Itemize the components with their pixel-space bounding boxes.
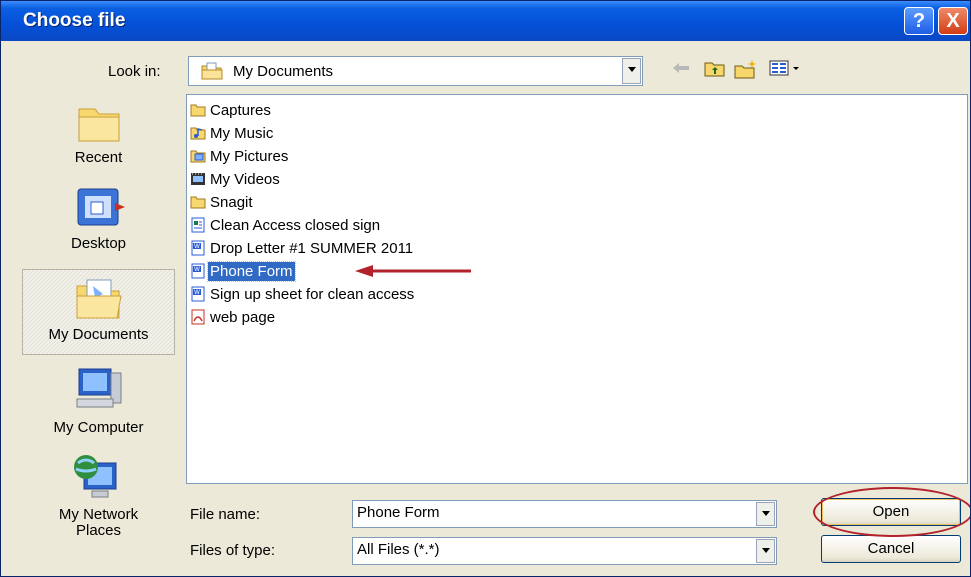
place-network-label: My Network Places [58, 506, 139, 539]
folder-icon [190, 194, 206, 210]
file-name-label: File name: [190, 506, 261, 523]
pictures-folder-icon [190, 148, 206, 164]
folder-icon [190, 102, 206, 118]
place-network[interactable]: My Network Places [22, 453, 175, 549]
videos-folder-icon [190, 171, 206, 187]
place-recent[interactable]: Recent [22, 101, 175, 177]
word-document-icon: W [190, 263, 206, 279]
file-type-label: Files of type: [190, 542, 276, 559]
file-name: My Videos [210, 170, 280, 188]
look-in-value: My Documents [233, 63, 334, 80]
new-folder-icon[interactable] [734, 59, 758, 83]
file-name-field[interactable]: Phone Form [352, 500, 777, 528]
word-document-icon: W [190, 286, 206, 302]
list-item[interactable]: My Music [190, 122, 275, 144]
my-documents-icon [23, 270, 174, 326]
choose-file-dialog: Choose file ? X Look in: My Documents Re… [0, 0, 971, 577]
pdf-file-icon [190, 309, 206, 325]
my-computer-icon [22, 365, 175, 419]
places-bar: Recent Desktop My Documents My Computer … [22, 93, 175, 571]
up-one-level-icon[interactable] [704, 59, 726, 81]
file-name: Clean Access closed sign [210, 216, 381, 234]
publisher-file-icon [190, 217, 206, 233]
file-list[interactable]: Captures My Music My Pictures My Videos … [186, 94, 968, 484]
file-name-value: Phone Form [357, 504, 440, 521]
list-item[interactable]: Captures [190, 99, 273, 121]
desktop-icon [22, 185, 175, 235]
annotation-circle [813, 487, 970, 537]
place-desktop-label: Desktop [70, 235, 127, 252]
cancel-button[interactable]: Cancel [821, 535, 961, 563]
list-item[interactable]: My Pictures [190, 145, 290, 167]
list-item[interactable]: W Sign up sheet for clean access [190, 283, 416, 305]
chevron-down-icon[interactable] [756, 502, 775, 526]
file-name: Phone Form [207, 260, 296, 282]
svg-text:W: W [194, 289, 200, 296]
list-item[interactable]: Clean Access closed sign [190, 214, 382, 236]
file-name: Snagit [210, 193, 253, 211]
chevron-down-icon[interactable] [622, 58, 641, 84]
look-in-label: Look in: [108, 63, 161, 80]
svg-text:W: W [194, 266, 200, 273]
file-name: My Music [210, 124, 274, 142]
views-menu-icon[interactable] [769, 59, 803, 81]
file-name: Drop Letter #1 SUMMER 2011 [210, 239, 414, 257]
chevron-down-icon[interactable] [756, 539, 775, 563]
network-places-icon [22, 453, 175, 507]
list-item-selected[interactable]: W Phone Form [190, 260, 296, 282]
recent-folder-icon [22, 101, 175, 149]
look-in-dropdown[interactable]: My Documents [188, 56, 643, 86]
svg-text:W: W [194, 243, 200, 250]
list-item[interactable]: web page [190, 306, 277, 328]
file-name: Sign up sheet for clean access [210, 285, 415, 303]
music-folder-icon [190, 125, 206, 141]
file-name: web page [210, 308, 276, 326]
place-recent-label: Recent [74, 149, 123, 166]
file-name: My Pictures [210, 147, 289, 165]
file-type-value: All Files (*.*) [357, 541, 440, 558]
dialog-title: Choose file [23, 10, 126, 31]
title-bar[interactable]: Choose file ? X [1, 1, 970, 41]
place-my-computer[interactable]: My Computer [22, 365, 175, 441]
annotation-arrow [355, 265, 471, 277]
back-arrow-icon[interactable] [671, 59, 691, 81]
place-desktop[interactable]: Desktop [22, 185, 175, 261]
list-item[interactable]: My Videos [190, 168, 282, 190]
list-item[interactable]: W Drop Letter #1 SUMMER 2011 [190, 237, 415, 259]
place-my-computer-label: My Computer [53, 419, 144, 436]
help-button[interactable]: ? [904, 7, 934, 35]
my-documents-small-icon [201, 62, 223, 84]
close-button[interactable]: X [938, 7, 968, 35]
place-my-documents[interactable]: My Documents [22, 269, 175, 355]
file-type-select[interactable]: All Files (*.*) [352, 537, 777, 565]
word-document-icon: W [190, 240, 206, 256]
file-name: Captures [210, 101, 271, 119]
list-item[interactable]: Snagit [190, 191, 255, 213]
place-my-documents-label: My Documents [48, 326, 149, 343]
